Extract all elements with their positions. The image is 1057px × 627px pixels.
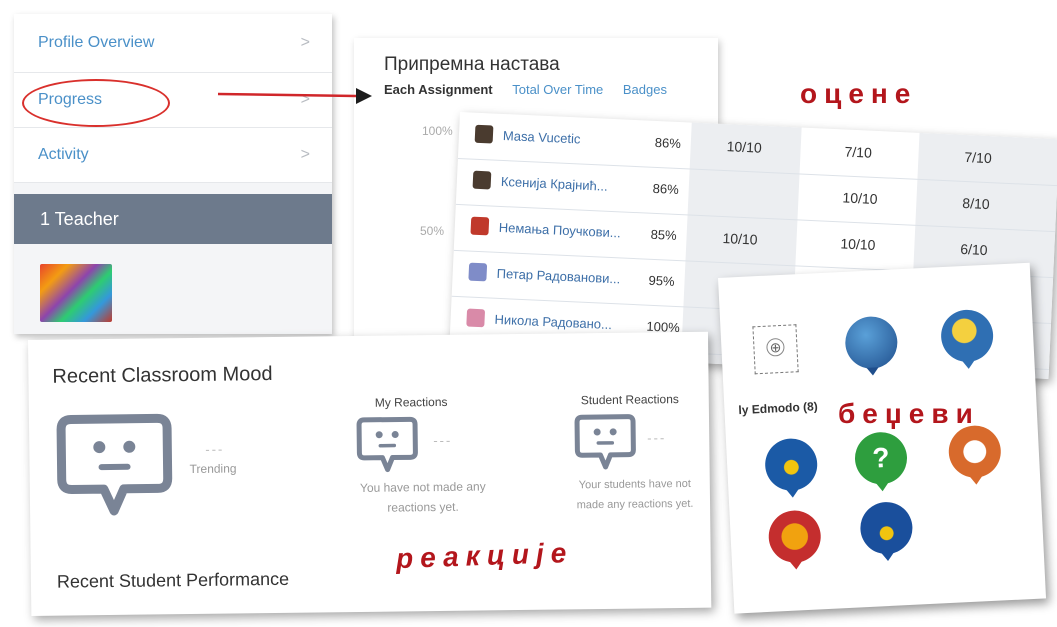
tab-each-assignment[interactable]: Each Assignment: [384, 82, 493, 97]
red-arrow-annotation: [217, 88, 372, 104]
profile-sidebar: Profile Overview > Progress > Activity >…: [14, 14, 332, 334]
student-reactions-label: Student Reactions: [580, 392, 679, 408]
student-percent: 85%: [650, 226, 677, 243]
student-reactions-dashes: ---: [647, 430, 667, 446]
student-name[interactable]: Никола Радовано...: [494, 312, 612, 332]
student-percent: 95%: [648, 272, 675, 289]
note-line: Your students have not: [578, 477, 691, 492]
y-tick-label: 50%: [420, 224, 445, 238]
progress-tabs: Each Assignment Total Over Time Badges: [384, 82, 667, 97]
note-line: made any reactions yet.: [576, 497, 694, 512]
class-title: Припремна настава: [384, 54, 560, 75]
grade-cell[interactable]: 8/10: [962, 195, 990, 212]
bee-badge-icon[interactable]: [939, 308, 995, 370]
student-avatar-icon: [466, 308, 486, 328]
grade-cell[interactable]: 6/10: [960, 241, 988, 258]
tab-total-over-time[interactable]: Total Over Time: [512, 82, 603, 97]
add-badge-icon: ⊕: [766, 337, 785, 357]
note-line: reactions yet.: [387, 499, 459, 515]
grade-cell[interactable]: 10/10: [726, 138, 762, 156]
teacher-avatar[interactable]: [40, 264, 112, 322]
teacher-count-header[interactable]: 1 Teacher: [14, 194, 332, 244]
badges-annotation: беџеви: [838, 398, 980, 429]
tab-badges[interactable]: Badges: [623, 82, 667, 97]
grade-cell[interactable]: 10/10: [840, 235, 876, 253]
student-percent: 86%: [652, 180, 680, 197]
star-badge-icon[interactable]: [767, 509, 822, 570]
my-reactions-icon[interactable]: [355, 415, 420, 474]
sidebar-item-activity[interactable]: Activity >: [14, 128, 332, 183]
student-percent: 86%: [654, 134, 682, 152]
my-reactions-empty-note: You have not made any reactions yet.: [338, 476, 508, 518]
student-avatar-icon: [474, 124, 494, 144]
y-tick-label: 100%: [422, 124, 453, 138]
badges-panel: ⊕ ly Edmodo (8) ?: [718, 262, 1047, 614]
sidebar-item-profile-overview[interactable]: Profile Overview >: [14, 14, 332, 73]
student-avatar-icon: [472, 170, 492, 190]
student-reactions-icon[interactable]: [573, 413, 638, 472]
badges-category-label: ly Edmodo (8): [738, 399, 819, 418]
sidebar-item-label: Activity: [38, 146, 89, 163]
recent-performance-title: Recent Student Performance: [56, 568, 290, 592]
note-line: You have not made any: [359, 479, 486, 495]
grades-annotation: оцене: [800, 78, 918, 109]
my-reactions-dashes: ---: [433, 432, 453, 449]
p-logo-badge-icon[interactable]: [844, 315, 899, 376]
trending-label: Trending: [189, 461, 237, 477]
grade-cell[interactable]: 10/10: [722, 230, 758, 248]
student-name[interactable]: Masa Vucetic: [503, 128, 581, 147]
chevron-right-icon: >: [300, 34, 310, 51]
student-avatar-icon: [470, 216, 490, 236]
reactions-annotation: реакције: [395, 536, 574, 575]
ribbon-medal-badge-icon[interactable]: [859, 500, 914, 562]
grade-cell[interactable]: 10/10: [842, 189, 878, 207]
highlight-circle: [22, 79, 170, 127]
student-name[interactable]: Немања Поучкови...: [498, 220, 621, 241]
student-name[interactable]: Петар Радованови...: [496, 266, 620, 287]
student-avatar-icon: [468, 262, 488, 282]
trending-mood-icon: [56, 413, 173, 516]
trending-dashes: ---: [205, 441, 225, 457]
student-name[interactable]: Ксенија Крајнић...: [501, 174, 608, 194]
sidebar-item-label: Profile Overview: [38, 34, 155, 51]
classroom-mood-panel: Recent Classroom Mood --- Trending My Re…: [28, 331, 712, 616]
chevron-right-icon: >: [300, 146, 310, 163]
student-reactions-empty-note: Your students have not made any reaction…: [560, 474, 710, 516]
mood-title: Recent Classroom Mood: [52, 363, 273, 388]
my-reactions-label: My Reactions: [374, 394, 448, 410]
grade-cell[interactable]: 7/10: [844, 143, 872, 160]
add-badge-slot[interactable]: ⊕: [752, 324, 799, 375]
grade-cell[interactable]: 7/10: [964, 149, 992, 166]
medal-badge-icon[interactable]: [763, 437, 819, 498]
checkmark-badge-icon[interactable]: [947, 424, 1003, 485]
question-badge-icon[interactable]: ?: [853, 431, 909, 492]
